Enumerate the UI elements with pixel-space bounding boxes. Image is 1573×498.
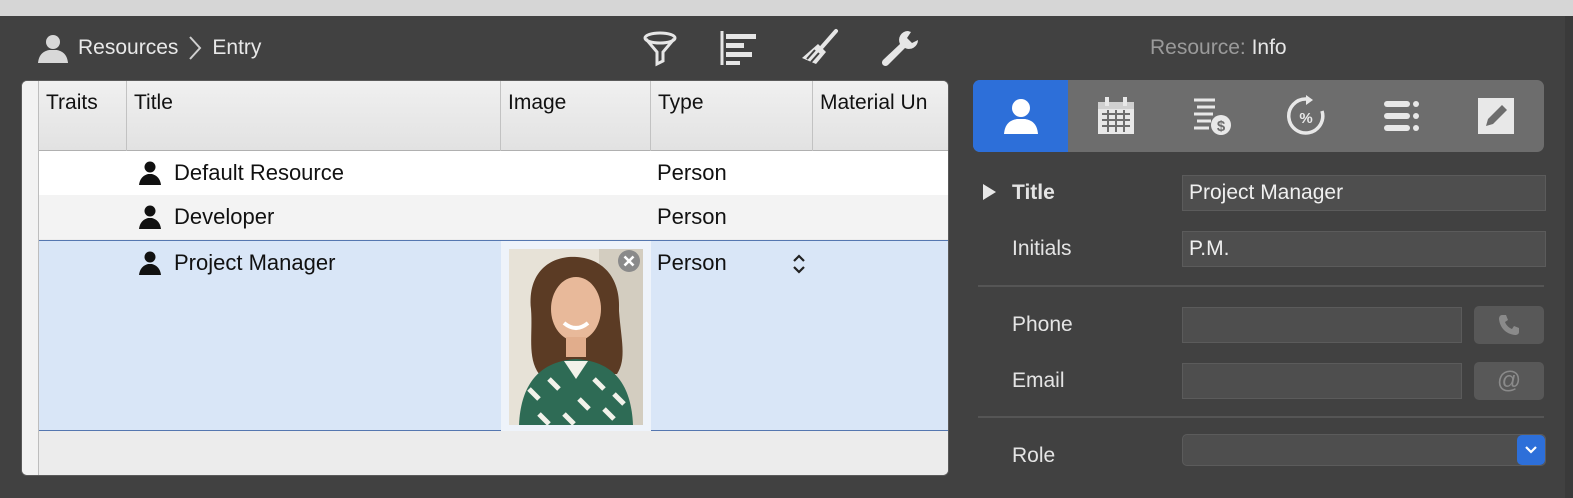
title-label: Title — [1012, 181, 1055, 204]
row-title: Project Manager — [174, 250, 336, 275]
resource-table: Traits Title Image Type Material Un Defa… — [21, 80, 949, 476]
table-row-empty[interactable] — [39, 432, 948, 475]
initials-label: Initials — [1012, 237, 1072, 260]
initials-field[interactable] — [1182, 231, 1546, 267]
tab-calendar[interactable] — [1068, 80, 1163, 152]
gantt-icon[interactable] — [718, 28, 762, 68]
role-label: Role — [1012, 444, 1056, 467]
table-row-selected[interactable]: Project Manager Person — [39, 240, 948, 431]
table-gutter — [22, 81, 39, 475]
inspector-title: Resource: Info — [1150, 36, 1287, 60]
table-row[interactable]: Developer Person — [39, 195, 948, 239]
separator — [978, 416, 1544, 418]
filter-icon[interactable] — [638, 28, 682, 68]
person-icon — [139, 251, 161, 275]
person-icon — [139, 161, 161, 185]
separator — [978, 285, 1544, 287]
breadcrumb: Resources Entry — [36, 32, 261, 64]
role-select[interactable] — [1182, 434, 1546, 466]
brush-icon[interactable] — [798, 28, 842, 68]
phone-field[interactable] — [1182, 307, 1462, 343]
breadcrumb-current: Entry — [212, 36, 262, 59]
phone-label: Phone — [1012, 313, 1073, 336]
row-title: Default Resource — [174, 160, 344, 185]
tab-list[interactable] — [1354, 80, 1449, 152]
person-icon — [38, 35, 68, 63]
row-title: Developer — [174, 204, 275, 229]
column-header-type[interactable]: Type — [651, 81, 813, 151]
email-button[interactable]: @ — [1474, 362, 1544, 400]
wrench-icon[interactable] — [878, 28, 922, 68]
svg-text:%: % — [1299, 110, 1312, 127]
calendar-icon — [1097, 97, 1134, 134]
cost-icon: $ — [1193, 98, 1231, 135]
tab-percent[interactable]: % — [1259, 80, 1354, 152]
breadcrumb-root[interactable]: Resources — [78, 36, 178, 60]
table-header: Traits Title Image Type Material Un — [39, 81, 948, 151]
column-header-image[interactable]: Image — [501, 81, 651, 151]
chevron-down-icon[interactable] — [1517, 435, 1545, 465]
tab-notes[interactable] — [1449, 80, 1544, 152]
type-stepper-icon[interactable] — [791, 253, 807, 275]
tab-info[interactable] — [973, 80, 1069, 152]
percent-cycle-icon: % — [1287, 95, 1325, 135]
list-icon — [1384, 101, 1420, 131]
inspector-title-prefix: Resource: — [1150, 36, 1246, 59]
row-type: Person — [657, 160, 727, 185]
phone-icon — [1499, 315, 1519, 335]
table-row[interactable]: Default Resource Person — [39, 151, 948, 195]
window-edge — [1565, 16, 1573, 498]
row-type: Person — [657, 204, 727, 229]
remove-image-icon[interactable] — [617, 249, 641, 273]
chevron-right-icon — [189, 36, 202, 60]
inspector-tab-bar: $ % — [973, 80, 1544, 152]
column-header-material-unit[interactable]: Material Un — [813, 81, 948, 151]
title-bar — [0, 0, 1573, 16]
person-icon — [139, 205, 161, 229]
resource-photo — [509, 249, 643, 425]
person-icon — [1003, 99, 1038, 134]
row-type: Person — [657, 250, 727, 275]
svg-text:$: $ — [1217, 118, 1226, 135]
email-field[interactable] — [1182, 363, 1462, 399]
disclosure-triangle-icon[interactable] — [981, 183, 997, 201]
tab-cost[interactable]: $ — [1163, 80, 1258, 152]
inspector-title-value: Info — [1251, 36, 1287, 59]
title-field[interactable] — [1182, 175, 1546, 211]
column-header-traits[interactable]: Traits — [39, 81, 127, 151]
image-well[interactable] — [501, 241, 651, 431]
edit-icon — [1478, 98, 1515, 134]
call-button[interactable] — [1474, 306, 1544, 344]
email-label: Email — [1012, 369, 1065, 392]
column-header-title[interactable]: Title — [127, 81, 501, 151]
